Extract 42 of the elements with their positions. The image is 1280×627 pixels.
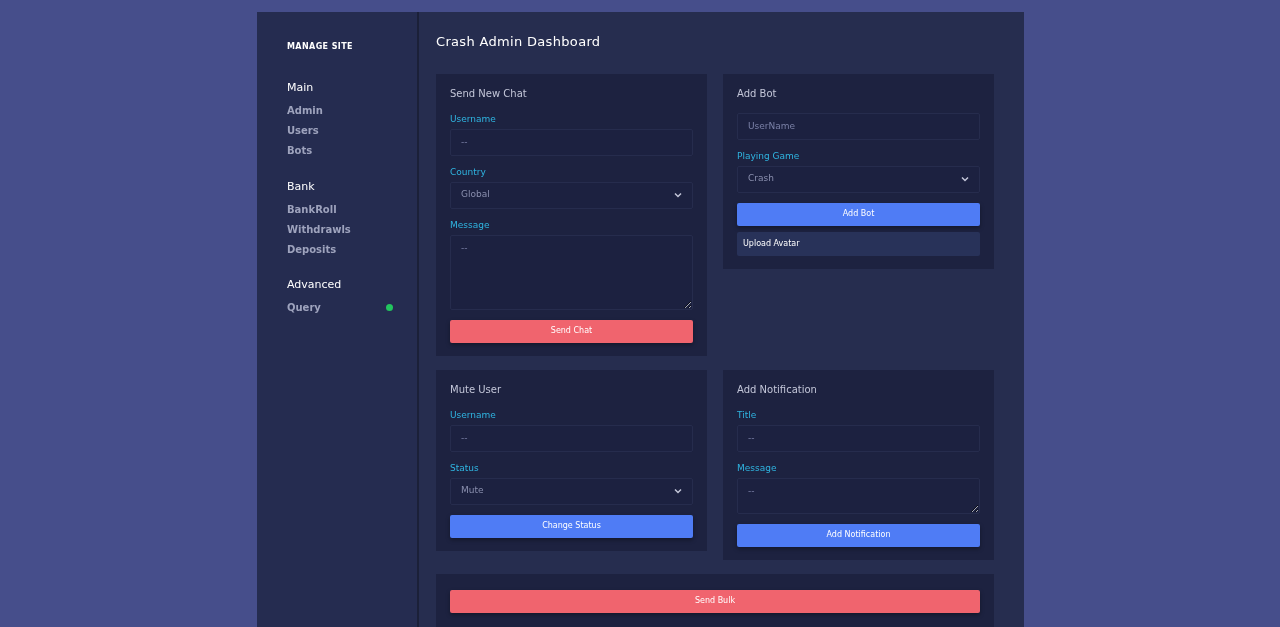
page-title: Crash Admin Dashboard — [436, 33, 602, 51]
field-label: Title — [737, 408, 758, 421]
card-title: Mute User — [450, 382, 502, 397]
action-button[interactable]: Upload Avatar — [737, 231, 980, 256]
section-heading: Advanced — [287, 277, 343, 293]
input-field[interactable]: -- — [737, 424, 980, 452]
input-field[interactable]: -- — [450, 128, 693, 156]
action-button[interactable]: Add Notification — [737, 523, 980, 547]
input-field[interactable]: UserName — [737, 112, 980, 140]
dropdown[interactable]: Crash — [737, 165, 980, 193]
action-button[interactable]: Add Bot — [737, 202, 980, 226]
sidebar-title: MANAGE SITE — [287, 41, 354, 53]
field-label: Country — [450, 165, 487, 178]
field-label: Message — [450, 218, 491, 231]
action-button[interactable]: Send Chat — [450, 319, 693, 343]
input-field[interactable]: -- — [450, 424, 693, 452]
text-area[interactable]: -- — [737, 477, 980, 514]
action-button[interactable]: Send Bulk — [450, 589, 980, 613]
field-label: Username — [450, 112, 497, 125]
sidebar-link[interactable]: Admin — [287, 103, 323, 118]
sidebar-link[interactable]: Query — [287, 300, 321, 315]
card-title: Send New Chat — [450, 86, 528, 101]
chevron-down-icon — [674, 488, 682, 494]
chevron-down-icon — [961, 176, 969, 182]
sidebar-link[interactable]: Withdrawls — [287, 221, 351, 237]
text-area[interactable]: -- — [450, 234, 693, 310]
field-label: Message — [737, 461, 778, 474]
section-heading: Bank — [287, 178, 316, 195]
field-label: Playing Game — [737, 149, 801, 162]
section-heading: Main — [287, 80, 315, 96]
field-label: Username — [450, 408, 497, 421]
sidebar-link[interactable]: Bots — [287, 143, 313, 158]
card-title: Add Notification — [737, 382, 818, 397]
card-title: Add Bot — [737, 86, 778, 101]
action-button[interactable]: Change Status — [450, 514, 693, 538]
dropdown[interactable]: Global — [450, 181, 693, 209]
chevron-down-icon — [674, 192, 682, 198]
sidebar-link[interactable]: BankRoll — [287, 201, 337, 217]
sidebar-link[interactable]: Users — [287, 123, 319, 138]
dropdown[interactable]: Mute — [450, 477, 693, 505]
field-label: Status — [450, 461, 480, 474]
sidebar-link[interactable]: Deposits — [287, 241, 337, 257]
